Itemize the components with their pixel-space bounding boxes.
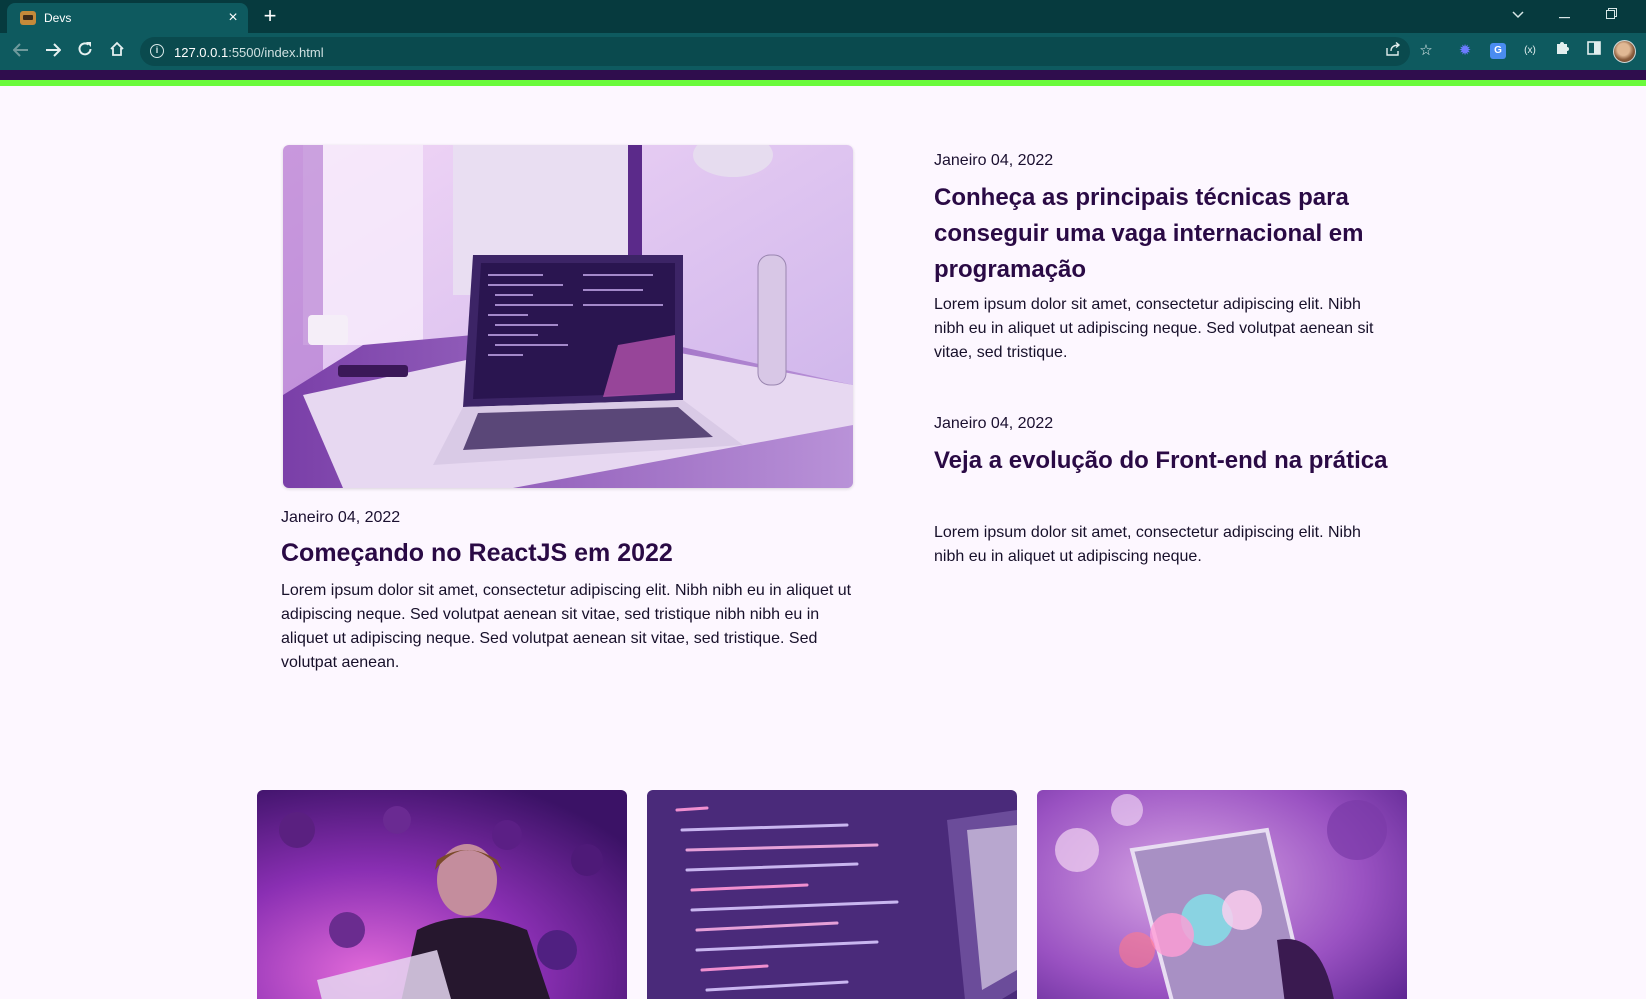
url-host: 127.0.0.1 — [174, 45, 229, 60]
side-panel-icon[interactable] — [1582, 39, 1606, 63]
back-icon[interactable] — [8, 39, 34, 65]
browser-tab-strip: Devs × + — [0, 0, 1646, 33]
bookmark-star-icon[interactable]: ☆ — [1414, 39, 1438, 63]
url-path: :5500/index.html — [228, 45, 324, 60]
featured-post-excerpt: Lorem ipsum dolor sit amet, consectetur … — [281, 582, 852, 671]
site-header-bar — [0, 70, 1646, 80]
address-url[interactable]: 127.0.0.1:5500/index.html — [174, 45, 324, 60]
profile-avatar[interactable] — [1613, 40, 1636, 63]
extensions-puzzle-icon[interactable] — [1550, 39, 1574, 63]
side-post-date: Janeiro 04, 2022 — [934, 152, 1054, 169]
address-bar[interactable]: i 127.0.0.1:5500/index.html — [140, 37, 1410, 66]
featured-post-image[interactable] — [283, 145, 853, 488]
site-info-icon[interactable]: i — [150, 44, 164, 58]
restore-window-icon[interactable] — [1597, 4, 1625, 26]
code-extension-icon[interactable]: (x) — [1518, 39, 1542, 63]
tab-title: Devs — [44, 11, 72, 25]
card-image-code[interactable] — [647, 790, 1017, 999]
browser-toolbar: i 127.0.0.1:5500/index.html ☆ ✹ G (x) — [0, 33, 1646, 70]
side-post-title[interactable]: Veja a evolução do Front-end na prática — [934, 443, 1394, 479]
new-tab-icon[interactable]: + — [260, 5, 280, 27]
card-image-phone[interactable] — [1037, 790, 1407, 999]
browser-tab[interactable]: Devs × — [7, 3, 248, 33]
translate-extension-icon[interactable]: G — [1490, 43, 1506, 59]
featured-post-date: Janeiro 04, 2022 — [281, 509, 401, 526]
site-header-accent-bar — [0, 80, 1646, 86]
tab-search-icon[interactable] — [1504, 4, 1532, 26]
card-image-developers[interactable] — [257, 790, 627, 999]
site-favicon-icon — [20, 11, 36, 25]
share-icon[interactable] — [1383, 41, 1403, 62]
side-post-excerpt: Lorem ipsum dolor sit amet, consectetur … — [934, 524, 1361, 565]
side-post-date: Janeiro 04, 2022 — [934, 415, 1054, 432]
gear-extension-icon[interactable]: ✹ — [1453, 39, 1477, 63]
side-post-excerpt: Lorem ipsum dolor sit amet, consectetur … — [934, 296, 1374, 361]
minimize-icon[interactable] — [1550, 4, 1578, 26]
side-post-title[interactable]: Conheça as principais técnicas para cons… — [934, 180, 1394, 288]
featured-post-title[interactable]: Começando no ReactJS em 2022 — [281, 538, 673, 568]
home-icon[interactable] — [104, 39, 130, 65]
forward-icon[interactable] — [40, 39, 66, 65]
tab-close-icon[interactable]: × — [223, 8, 243, 28]
reload-icon[interactable] — [72, 39, 98, 65]
